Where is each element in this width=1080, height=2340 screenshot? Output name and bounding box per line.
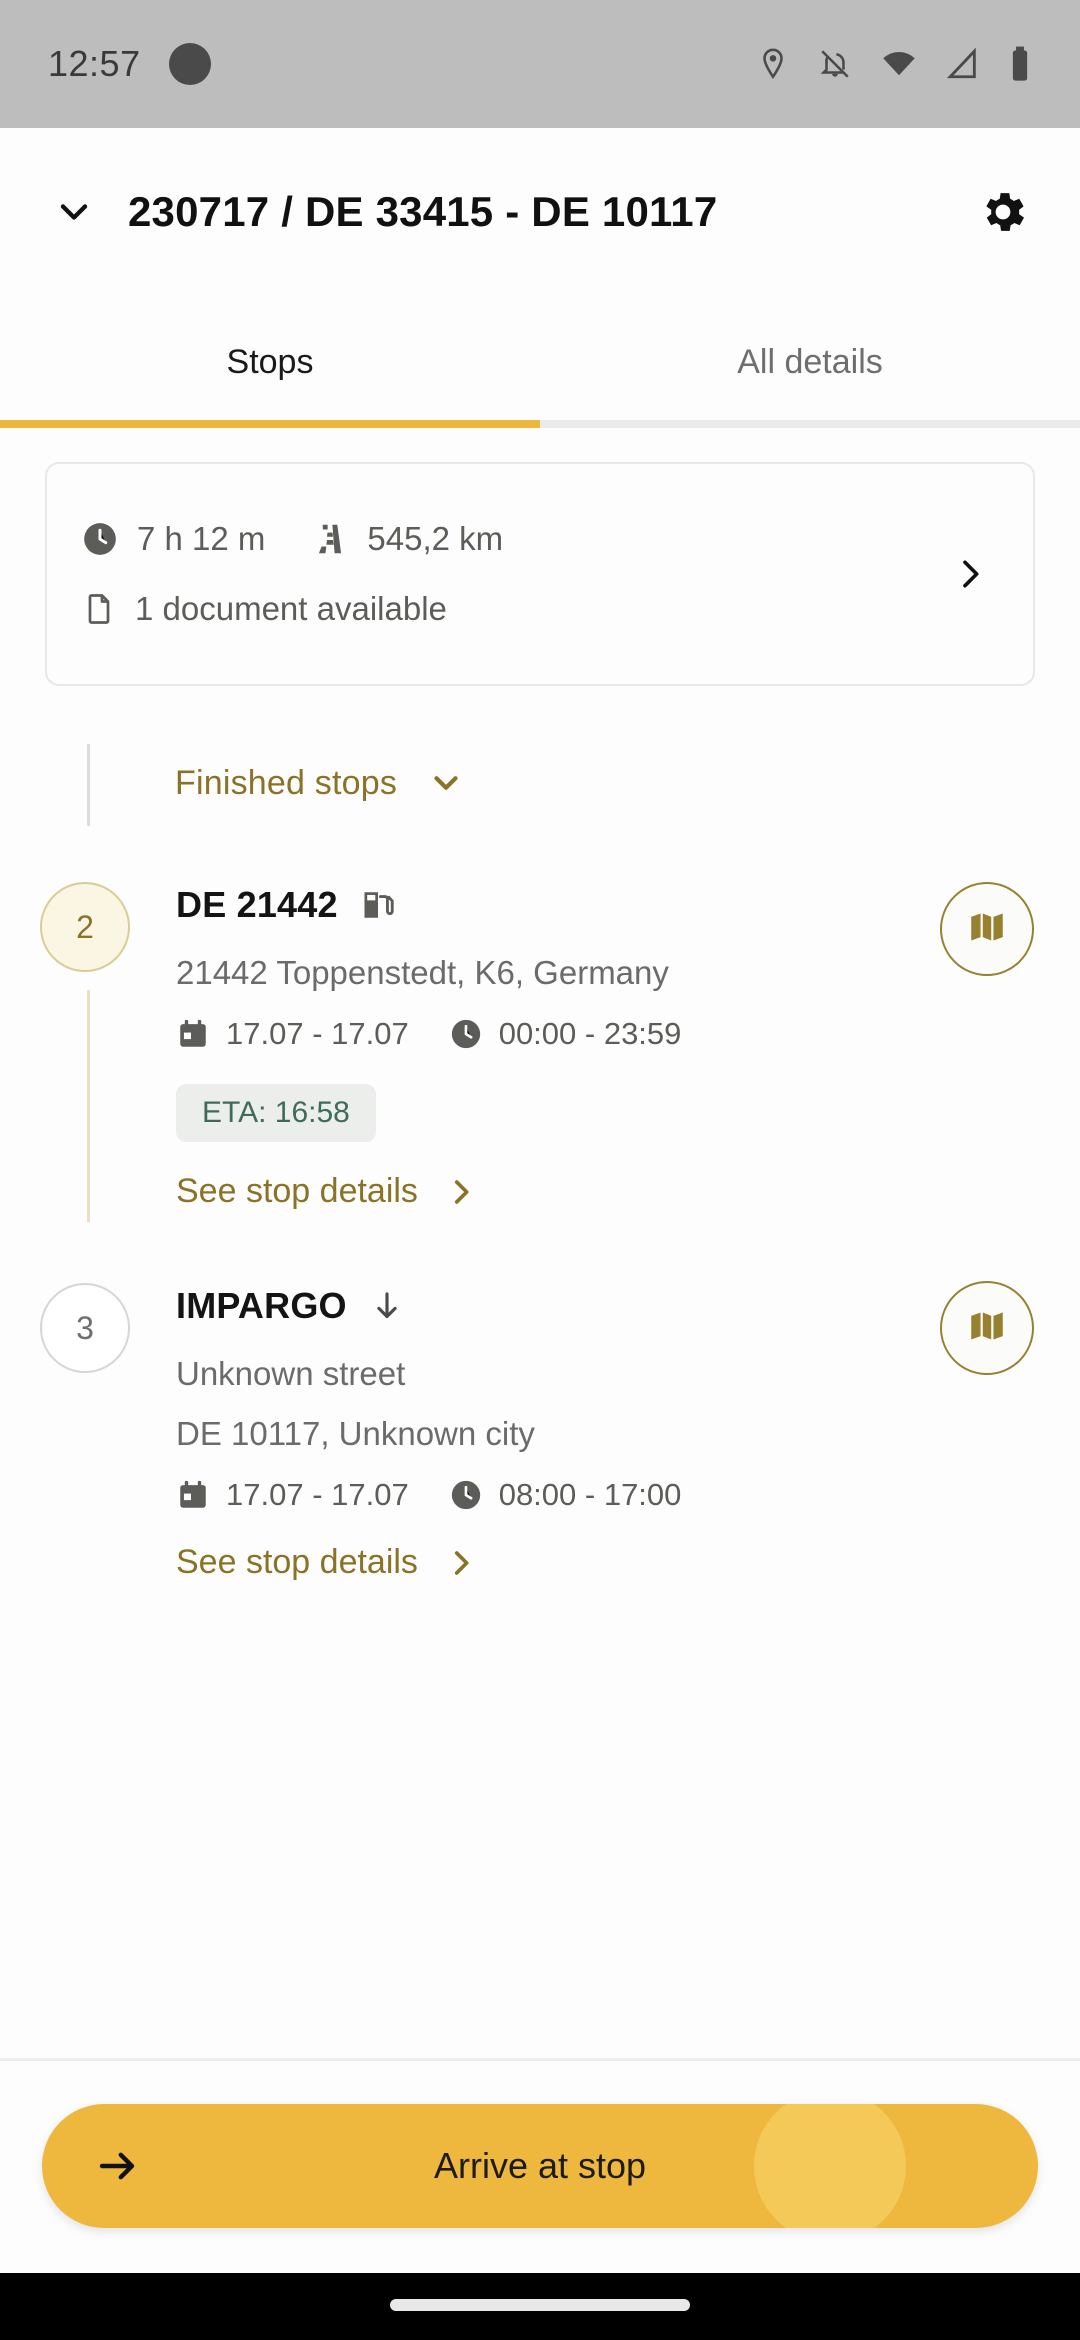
chevron-right-icon bbox=[444, 1175, 478, 1209]
list-item[interactable]: 3 IMPARGO Unknown street DE 10117, Unkno… bbox=[0, 1281, 1080, 1613]
trip-summary-row-documents: 1 document available bbox=[81, 590, 941, 628]
list-item[interactable]: 2 DE 21442 21442 Toppenstedt, K6, German… bbox=[0, 882, 1080, 1272]
trip-distance: 545,2 km bbox=[311, 520, 503, 558]
stop-number-badge: 3 bbox=[40, 1283, 130, 1373]
calendar-icon bbox=[176, 1478, 210, 1512]
tab-bar: Stops All details bbox=[0, 296, 1080, 428]
gear-icon[interactable] bbox=[968, 177, 1038, 247]
page-title: 230717 / DE 33415 - DE 10117 bbox=[128, 188, 718, 235]
battery-icon bbox=[1008, 45, 1032, 83]
stop-title: IMPARGO bbox=[176, 1285, 347, 1326]
stop-content: IMPARGO Unknown street DE 10117, Unknown… bbox=[176, 1279, 896, 1582]
stop-content: DE 21442 21442 Toppenstedt, K6, Germany … bbox=[176, 878, 896, 1211]
stop-meta: 17.07 - 17.07 00:00 - 23:59 bbox=[176, 1016, 896, 1052]
notifications-off-icon bbox=[818, 45, 852, 83]
trip-duration-value: 7 h 12 m bbox=[137, 520, 266, 557]
tab-all-details[interactable]: All details bbox=[540, 296, 1080, 428]
stop-date-range: 17.07 - 17.07 bbox=[176, 1016, 409, 1052]
see-stop-details-label: See stop details bbox=[176, 1543, 418, 1581]
status-bar: 12:57 bbox=[0, 0, 1080, 128]
see-stop-details-link[interactable]: See stop details bbox=[176, 1172, 896, 1211]
trip-documents: 1 document available bbox=[81, 590, 447, 628]
stop-title-row: IMPARGO bbox=[176, 1279, 896, 1333]
map-button[interactable] bbox=[940, 882, 1034, 976]
map-button[interactable] bbox=[940, 1281, 1034, 1375]
tab-stops[interactable]: Stops bbox=[0, 296, 540, 428]
timeline-rail-finished bbox=[87, 744, 90, 826]
finished-stops-section[interactable]: Finished stops bbox=[0, 728, 1080, 838]
clock-icon bbox=[81, 520, 119, 558]
location-pin-icon bbox=[756, 45, 790, 83]
stop-title: DE 21442 bbox=[176, 884, 338, 925]
arrive-at-stop-button[interactable]: Arrive at stop bbox=[42, 2104, 1038, 2228]
stop-address: 21442 Toppenstedt, K6, Germany bbox=[176, 954, 669, 991]
stop-time-range: 08:00 - 17:00 bbox=[449, 1477, 682, 1513]
chevron-right-icon bbox=[444, 1546, 478, 1580]
clock-icon bbox=[449, 1017, 483, 1051]
stop-meta: 17.07 - 17.07 08:00 - 17:00 bbox=[176, 1477, 896, 1513]
stop-title-row: DE 21442 bbox=[176, 878, 896, 932]
see-stop-details-label: See stop details bbox=[176, 1172, 418, 1210]
status-bar-clock: 12:57 bbox=[48, 43, 141, 84]
road-icon bbox=[311, 520, 349, 558]
app-bar: 230717 / DE 33415 - DE 10117 bbox=[0, 128, 1080, 296]
gesture-nav-bar bbox=[0, 2273, 1080, 2340]
trip-summary-content: 7 h 12 m 545,2 km 1 document available bbox=[81, 520, 941, 628]
fuel-pump-icon bbox=[360, 886, 396, 924]
home-indicator[interactable] bbox=[390, 2299, 690, 2311]
stop-time-range-value: 00:00 - 23:59 bbox=[498, 1016, 682, 1051]
cellular-signal-icon bbox=[946, 46, 980, 82]
map-icon bbox=[966, 1305, 1008, 1352]
eta-badge: ETA: 16:58 bbox=[176, 1084, 376, 1142]
status-bar-icons bbox=[756, 45, 1032, 83]
trip-distance-value: 545,2 km bbox=[367, 520, 504, 557]
chevron-right-icon[interactable] bbox=[941, 554, 999, 594]
stop-address-line-2: DE 10117, Unknown city bbox=[176, 1415, 535, 1452]
chevron-down-icon[interactable] bbox=[427, 764, 465, 802]
calendar-icon bbox=[176, 1017, 210, 1051]
finished-stops-label: Finished stops bbox=[175, 763, 398, 802]
stop-time-range-value: 08:00 - 17:00 bbox=[498, 1477, 682, 1512]
tab-active-indicator bbox=[0, 420, 540, 428]
phone-screen: 12:57 230717 / DE 33415 - DE 10117 Stops… bbox=[0, 0, 1080, 2340]
stop-time-range: 00:00 - 23:59 bbox=[449, 1016, 682, 1052]
arrow-down-unload-icon bbox=[369, 1287, 405, 1325]
trip-duration: 7 h 12 m bbox=[81, 520, 265, 558]
see-stop-details-link[interactable]: See stop details bbox=[176, 1543, 896, 1582]
map-icon bbox=[966, 906, 1008, 953]
trip-summary-card[interactable]: 7 h 12 m 545,2 km 1 document available bbox=[45, 462, 1035, 686]
stop-date-range-value: 17.07 - 17.07 bbox=[226, 1477, 409, 1512]
wifi-icon bbox=[880, 46, 918, 82]
stop-date-range: 17.07 - 17.07 bbox=[176, 1477, 409, 1513]
chevron-down-icon[interactable] bbox=[42, 180, 106, 244]
trip-summary-row-metrics: 7 h 12 m 545,2 km bbox=[81, 520, 941, 558]
clock-icon bbox=[449, 1478, 483, 1512]
stop-address-line-1: Unknown street bbox=[176, 1355, 406, 1392]
timeline-rail bbox=[87, 990, 90, 1222]
stop-date-range-value: 17.07 - 17.07 bbox=[226, 1016, 409, 1051]
trip-documents-value: 1 document available bbox=[135, 590, 447, 627]
arrive-at-stop-label: Arrive at stop bbox=[433, 2145, 647, 2186]
stop-number-badge: 2 bbox=[40, 882, 130, 972]
document-icon bbox=[81, 590, 117, 628]
notification-dot-icon bbox=[168, 43, 211, 85]
